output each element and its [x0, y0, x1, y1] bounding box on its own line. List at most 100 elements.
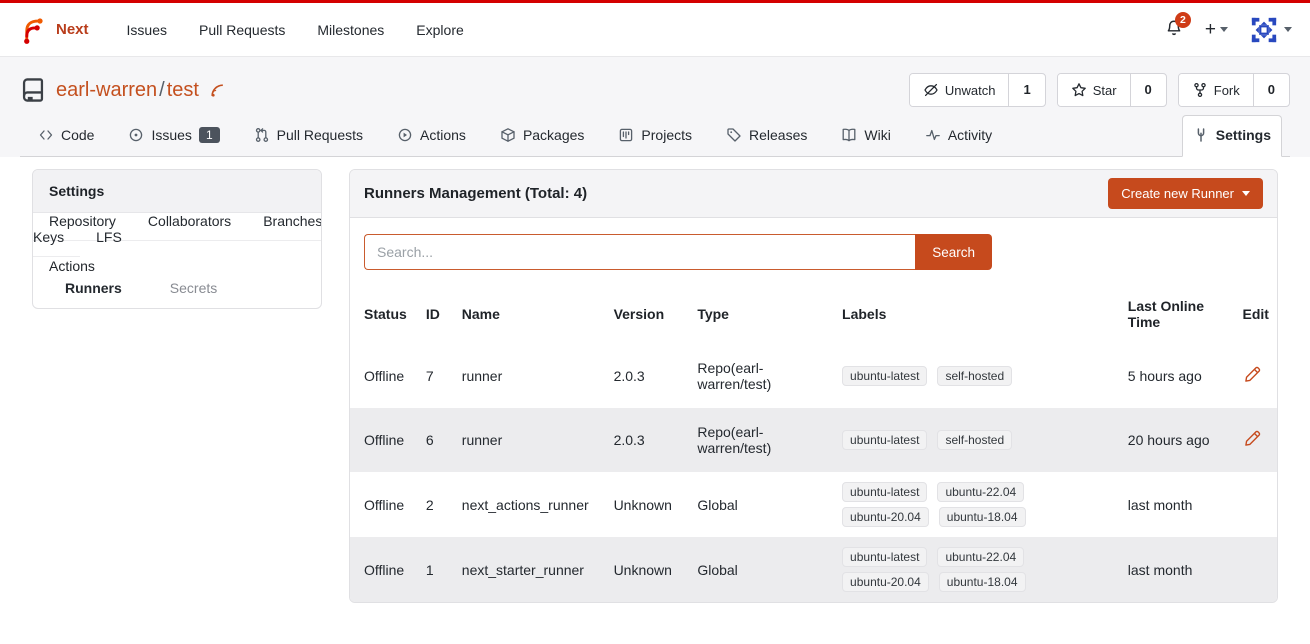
search-button[interactable]: Search — [915, 234, 992, 270]
runner-name: next_actions_runner — [454, 472, 606, 537]
tab-issues[interactable]: Issues1 — [118, 116, 229, 156]
fork-count[interactable]: 0 — [1253, 74, 1289, 106]
tag-icon — [726, 127, 742, 143]
unwatch-label: Unwatch — [945, 83, 996, 98]
tools-icon — [1193, 127, 1209, 143]
runner-last-online: 20 hours ago — [1120, 408, 1235, 472]
top-navbar: Next IssuesPull RequestsMilestonesExplor… — [0, 0, 1310, 57]
column-header-labels: Labels — [834, 284, 1120, 344]
pulse-icon — [925, 127, 941, 143]
column-header-name: Name — [454, 284, 606, 344]
create-new-runner-label: Create new Runner — [1121, 186, 1234, 201]
runner-version: Unknown — [606, 472, 690, 537]
pull-request-icon — [254, 127, 270, 143]
tab-wiki[interactable]: Wiki — [831, 116, 900, 156]
label-chip: ubuntu-22.04 — [937, 547, 1024, 567]
edit-runner-button[interactable] — [1242, 428, 1263, 452]
runners-table: StatusIDNameVersionTypeLabelsLast Online… — [350, 284, 1277, 602]
runner-type-text: Global — [697, 562, 801, 578]
tab-label: Settings — [1216, 127, 1271, 143]
pencil-icon — [1244, 366, 1261, 383]
runner-row: Offline1next_starter_runnerUnknownGlobal… — [350, 537, 1277, 602]
notifications-button[interactable]: 2 — [1165, 19, 1183, 40]
runner-id: 7 — [418, 344, 454, 408]
edit-runner-button[interactable] — [1242, 364, 1263, 388]
runner-status: Offline — [350, 472, 418, 537]
runner-labels: ubuntu-latestself-hosted — [834, 408, 1120, 472]
chevron-down-icon — [1284, 27, 1292, 32]
create-new-runner-button[interactable]: Create new Runner — [1108, 178, 1263, 209]
user-menu-button[interactable] — [1250, 16, 1292, 44]
label-chip: self-hosted — [937, 430, 1012, 450]
rss-icon[interactable] — [209, 82, 226, 99]
runner-edit-cell — [1234, 344, 1277, 408]
content: Settings RepositoryCollaboratorsBranches… — [0, 157, 1310, 633]
tab-activity[interactable]: Activity — [915, 116, 1002, 156]
navbar-link-explore[interactable]: Explore — [404, 14, 475, 46]
runner-type: Repo(earl-warren/test) — [689, 408, 834, 472]
navbar-link-milestones[interactable]: Milestones — [305, 14, 396, 46]
issue-icon — [128, 127, 144, 143]
star-button[interactable]: Star — [1058, 74, 1130, 106]
runner-edit-cell — [1234, 408, 1277, 472]
create-menu-button[interactable]: + — [1205, 19, 1228, 41]
code-icon — [38, 127, 54, 143]
column-header-version: Version — [606, 284, 690, 344]
brand-label: Next — [56, 21, 89, 38]
runner-edit-cell — [1234, 472, 1277, 537]
star-button-group: Star0 — [1057, 73, 1167, 107]
label-chip: self-hosted — [937, 366, 1012, 386]
forgejo-logo[interactable]: Next — [18, 15, 89, 45]
notification-count-badge: 2 — [1175, 12, 1191, 28]
unwatch-count[interactable]: 1 — [1008, 74, 1044, 106]
settings-sidebar: Settings RepositoryCollaboratorsBranches… — [32, 169, 322, 309]
star-count[interactable]: 0 — [1130, 74, 1166, 106]
label-chip: ubuntu-latest — [842, 482, 927, 502]
sidebar-subitem-runners[interactable]: Runners — [33, 275, 138, 301]
star-icon — [1071, 82, 1087, 98]
search-section: Search — [350, 218, 1277, 276]
runners-panel: Runners Management (Total: 4) Create new… — [349, 169, 1278, 603]
runner-labels: ubuntu-latestubuntu-22.04ubuntu-20.04ubu… — [834, 472, 1120, 537]
tab-projects[interactable]: Projects — [608, 116, 702, 156]
labels-list: ubuntu-latestubuntu-22.04ubuntu-20.04ubu… — [842, 547, 1057, 592]
table-header-row: StatusIDNameVersionTypeLabelsLast Online… — [350, 284, 1277, 344]
runner-last-online: last month — [1120, 537, 1235, 602]
sidebar-item-branches[interactable]: Branches — [247, 202, 322, 241]
navbar-link-issues[interactable]: Issues — [115, 14, 179, 46]
label-chip: ubuntu-18.04 — [939, 507, 1026, 527]
fork-button[interactable]: Fork — [1179, 74, 1253, 106]
runner-name: next_starter_runner — [454, 537, 606, 602]
tab-label: Packages — [523, 127, 584, 143]
tab-label: Projects — [641, 127, 692, 143]
repo-title: earl-warren/test — [20, 77, 226, 103]
navbar-link-pull-requests[interactable]: Pull Requests — [187, 14, 297, 46]
tab-actions[interactable]: Actions — [387, 116, 476, 156]
panel-header: Runners Management (Total: 4) Create new… — [350, 170, 1277, 218]
tab-packages[interactable]: Packages — [490, 116, 594, 156]
runner-name: runner — [454, 344, 606, 408]
sidebar-item-lfs[interactable]: LFS — [80, 218, 138, 256]
repo-separator: / — [157, 79, 167, 101]
tab-label: Issues — [151, 127, 191, 143]
tab-settings[interactable]: Settings — [1182, 115, 1282, 157]
unwatch-button[interactable]: Unwatch — [910, 74, 1009, 106]
runner-type: Global — [689, 537, 834, 602]
tab-code[interactable]: Code — [28, 116, 104, 156]
runner-edit-cell — [1234, 537, 1277, 602]
repo-owner-link[interactable]: earl-warren — [56, 79, 157, 101]
sidebar-subitem-secrets[interactable]: Secrets — [138, 275, 233, 301]
runner-labels: ubuntu-latestself-hosted — [834, 344, 1120, 408]
label-chip: ubuntu-22.04 — [937, 482, 1024, 502]
tab-pull-requests[interactable]: Pull Requests — [244, 116, 373, 156]
column-header-last-online-time: Last Online Time — [1120, 284, 1235, 344]
repo-tabs: Code Issues1 Pull Requests Actions Packages P… — [20, 115, 1290, 157]
repo-name-link[interactable]: test — [167, 79, 199, 101]
fork-icon — [1192, 82, 1208, 98]
runner-version: 2.0.3 — [606, 344, 690, 408]
tab-releases[interactable]: Releases — [716, 116, 817, 156]
sidebar-item-collaborators[interactable]: Collaborators — [132, 202, 247, 241]
project-icon — [618, 127, 634, 143]
search-input[interactable] — [364, 234, 915, 270]
tab-label: Actions — [420, 127, 466, 143]
